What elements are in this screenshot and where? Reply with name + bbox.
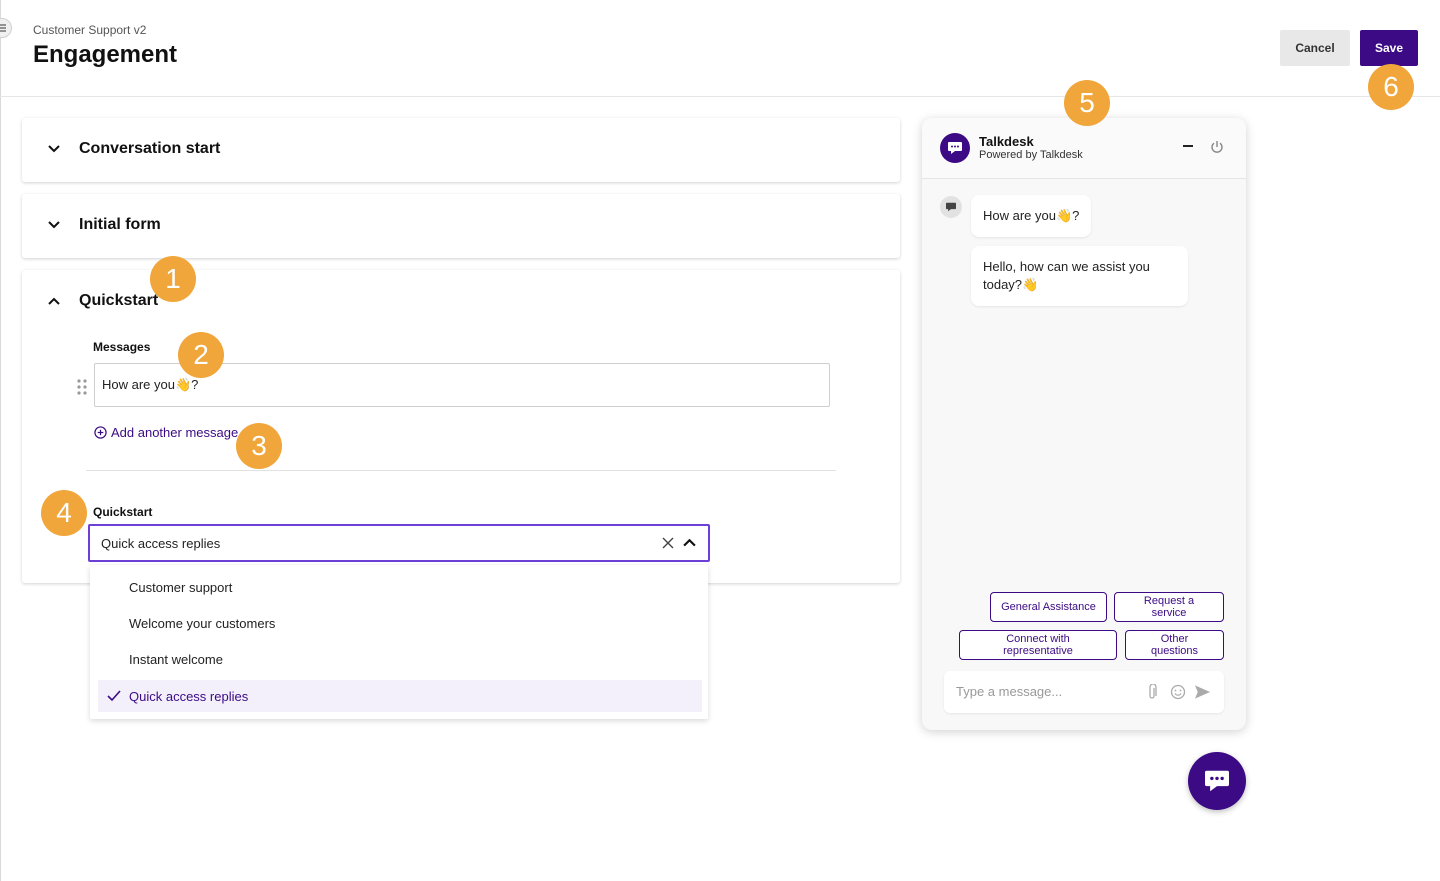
dropdown-option-label: Quick access replies [129, 688, 249, 704]
add-message-label: Add another message [111, 425, 239, 440]
chat-launcher-button[interactable] [1188, 752, 1246, 810]
quickstart-label: Quickstart [93, 505, 153, 519]
chevron-up-icon[interactable] [683, 537, 696, 550]
section-title: Quickstart [79, 292, 159, 309]
check-icon [107, 690, 121, 702]
talkdesk-logo-icon [940, 133, 970, 163]
widget-brand-name: Talkdesk [979, 134, 1034, 149]
quick-reply-button[interactable]: Request a service [1114, 592, 1224, 622]
annotation-badge: 2 [178, 332, 224, 378]
page-left-edge [0, 0, 1, 881]
widget-powered-by: Powered by Talkdesk [979, 149, 1083, 161]
quickstart-select[interactable]: Quick access replies [88, 524, 710, 562]
breadcrumb[interactable]: Customer Support v2 [33, 23, 146, 37]
section-header[interactable]: Conversation start [46, 140, 220, 158]
chat-message-input[interactable]: Type a message... [944, 671, 1224, 713]
dropdown-option-label: Welcome your customers [129, 615, 276, 631]
section-header[interactable]: Initial form [46, 216, 161, 234]
dropdown-option-label: Instant welcome [129, 651, 223, 667]
chat-bubble: Hello, how can we assist you today?👋 [971, 246, 1188, 306]
page-title: Engagement [33, 41, 178, 68]
quick-reply-button[interactable]: Other questions [1125, 630, 1224, 660]
minimize-icon[interactable] [1182, 140, 1194, 152]
dropdown-option[interactable]: Instant welcome [98, 643, 702, 675]
dropdown-option[interactable]: Customer support [98, 571, 702, 603]
clear-icon[interactable] [662, 537, 674, 549]
section-title: Initial form [79, 216, 161, 233]
message-input-value: How are you👋? [102, 377, 199, 392]
drag-handle-icon[interactable] [77, 379, 87, 395]
chat-input-placeholder: Type a message... [956, 684, 1063, 699]
send-icon[interactable] [1194, 684, 1211, 700]
chevron-down-icon[interactable] [46, 217, 62, 233]
chat-icon [1205, 770, 1229, 792]
section-header[interactable]: Quickstart [46, 292, 158, 310]
quickstart-select-value: Quick access replies [101, 535, 221, 551]
quick-reply-button[interactable]: General Assistance [990, 592, 1107, 622]
power-icon[interactable] [1210, 140, 1224, 154]
widget-header: Talkdesk Powered by Talkdesk [922, 118, 1246, 179]
annotation-badge: 5 [1064, 80, 1110, 126]
chevron-down-icon[interactable] [46, 141, 62, 157]
page-header: Customer Support v2 Engagement Cancel Sa… [0, 0, 1440, 97]
dropdown-option[interactable]: Welcome your customers [98, 607, 702, 639]
emoji-icon[interactable] [1170, 684, 1186, 700]
attach-icon[interactable] [1146, 684, 1158, 700]
quick-reply-button[interactable]: Connect with representative [959, 630, 1117, 660]
section-quickstart: Quickstart Messages How are you👋? Add an… [22, 270, 900, 583]
add-message-link[interactable]: Add another message [94, 425, 238, 440]
annotation-badge: 1 [150, 256, 196, 302]
section-title: Conversation start [79, 140, 221, 157]
annotation-badge: 6 [1368, 64, 1414, 110]
bot-avatar-icon [940, 196, 962, 218]
section-conversation-start: Conversation start [22, 118, 900, 182]
add-circle-icon [94, 426, 107, 439]
cancel-button[interactable]: Cancel [1280, 30, 1350, 66]
annotation-badge: 3 [236, 423, 282, 469]
chat-widget-preview: Talkdesk Powered by Talkdesk How are you… [922, 118, 1246, 730]
dropdown-option-label: Customer support [129, 579, 233, 595]
divider [86, 470, 836, 471]
save-button[interactable]: Save [1360, 30, 1418, 66]
annotation-badge: 4 [41, 490, 87, 536]
section-initial-form: Initial form [22, 194, 900, 258]
quickstart-dropdown: Customer support Welcome your customers … [90, 565, 708, 719]
chat-bubble: How are you👋? [971, 195, 1092, 237]
messages-label: Messages [93, 340, 151, 354]
dropdown-option-selected[interactable]: Quick access replies [98, 680, 702, 712]
chevron-up-icon[interactable] [46, 293, 62, 309]
